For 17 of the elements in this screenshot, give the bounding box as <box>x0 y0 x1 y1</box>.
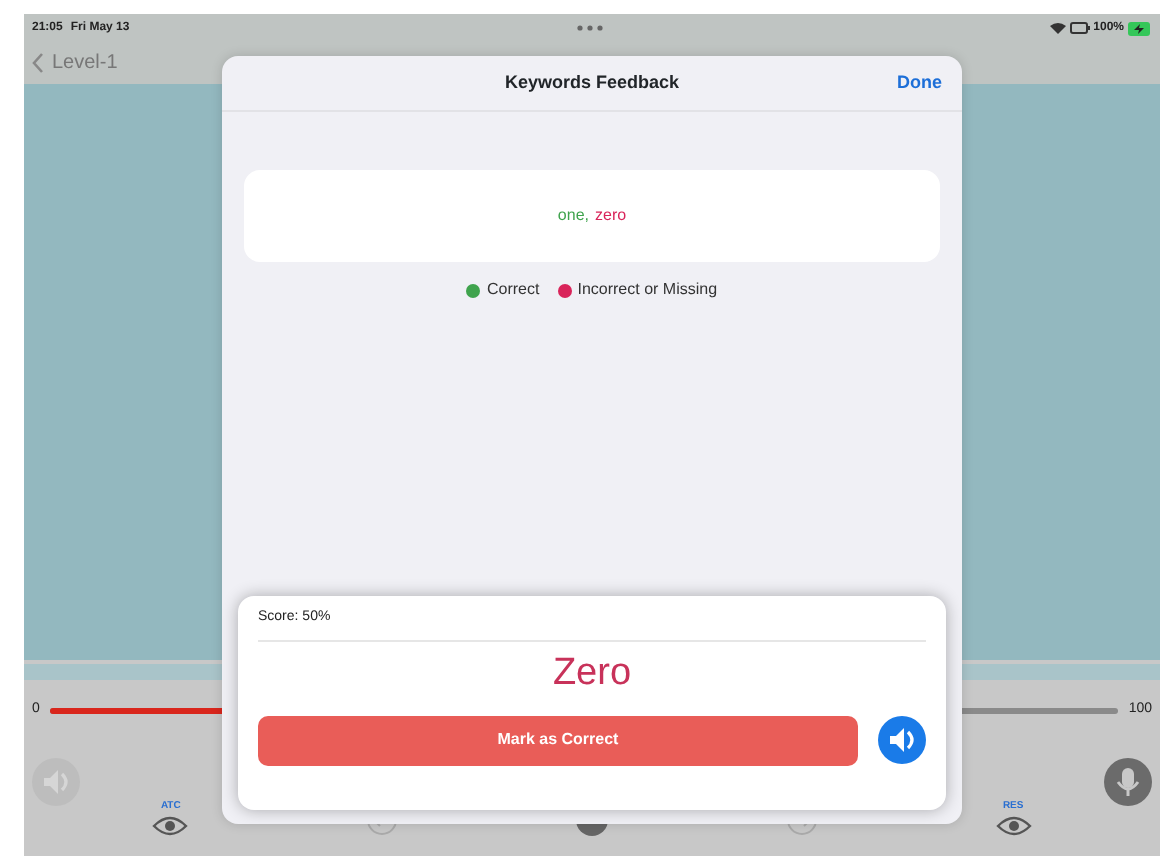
keyword: zero <box>595 204 627 228</box>
legend-label: Correct <box>486 278 540 302</box>
dialog-title: Keywords Feedback <box>504 69 680 96</box>
eye-icon[interactable] <box>152 815 189 835</box>
battery-icon <box>1128 21 1152 35</box>
speaker-icon[interactable] <box>878 716 926 764</box>
wifi-icon <box>1049 22 1066 34</box>
more-icon[interactable] <box>575 24 604 32</box>
eye-icon[interactable] <box>995 815 1032 835</box>
back-link[interactable]: Level-1 <box>32 48 118 78</box>
done-button[interactable]: Done <box>897 70 942 97</box>
mark-correct-button[interactable]: Mark as Correct <box>258 715 858 765</box>
legend-label: Incorrect or Missing <box>577 278 718 302</box>
target-word: Zero <box>552 653 632 695</box>
keyword: one, <box>557 204 589 228</box>
microphone-icon[interactable] <box>1104 757 1152 805</box>
battery-level-icon <box>1069 22 1090 34</box>
